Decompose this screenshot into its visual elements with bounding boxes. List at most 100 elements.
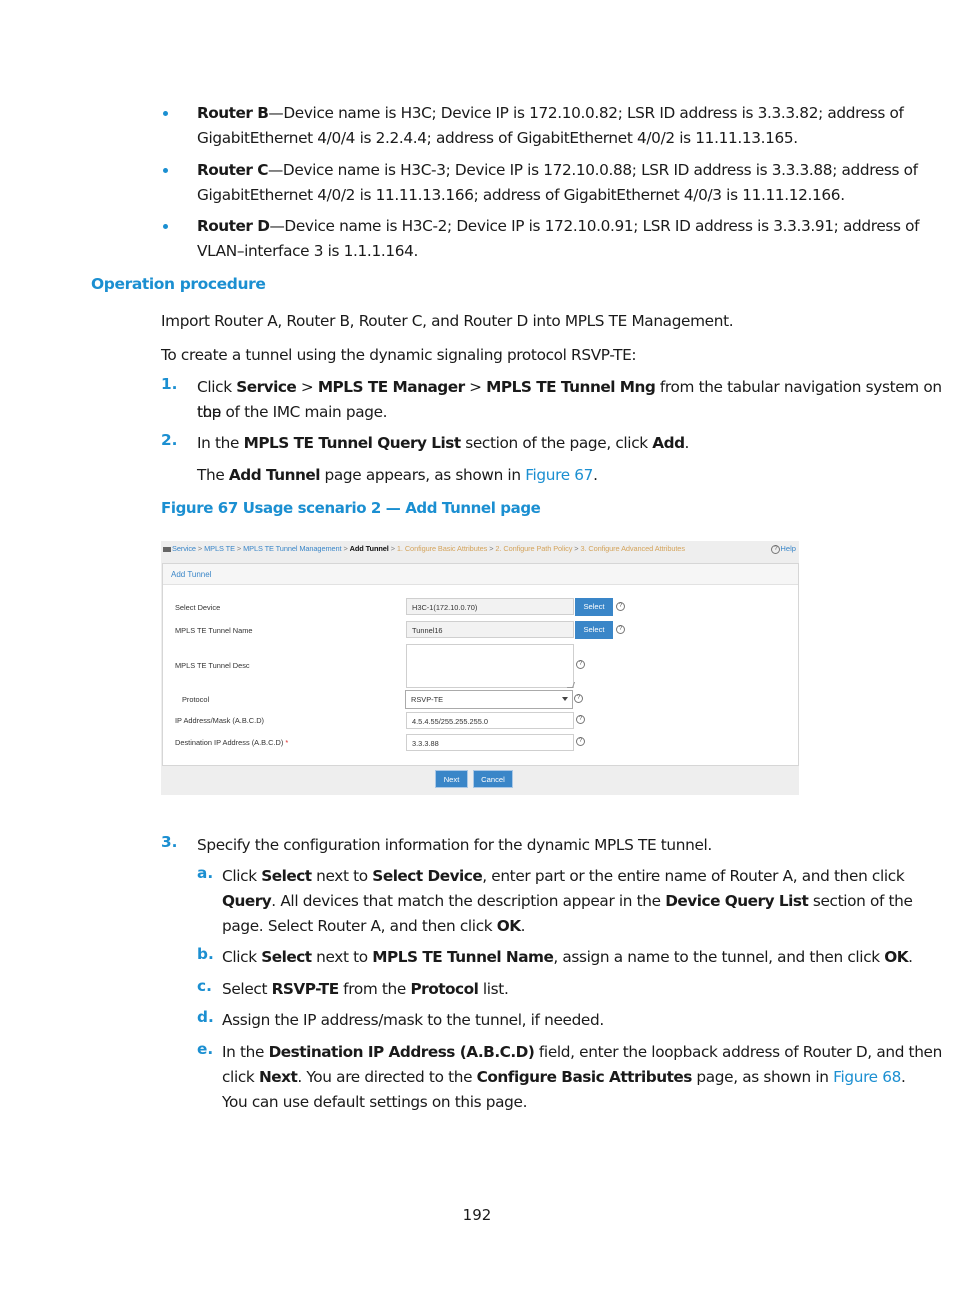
ok-label: OK <box>496 917 521 935</box>
help-icon[interactable]: ? <box>574 694 583 703</box>
figure-68-link[interactable]: Figure 68 <box>833 1068 901 1086</box>
ok-label: OK <box>884 948 909 966</box>
step-1-line2: top of the IMC main page. <box>197 403 388 421</box>
text: page. Select Router A, and then click <box>222 917 497 935</box>
breadcrumb-mpls-te[interactable]: MPLS TE <box>204 544 235 553</box>
panel-title: Add Tunnel <box>171 570 212 579</box>
intro-paragraph-2: To create a tunnel using the dynamic sig… <box>161 346 637 364</box>
dest-ip-label: Destination IP Address (A.B.C.D) <box>268 1043 535 1061</box>
add-tunnel-panel: Add Tunnel Select Device H3C-1(172.10.0.… <box>162 563 799 766</box>
router-c-label: Router C <box>197 161 268 179</box>
breadcrumb: Service > MPLS TE > MPLS TE Tunnel Manag… <box>163 544 685 553</box>
substep-e-line3: You can use default settings on this pag… <box>222 1093 528 1111</box>
select-device-label: Select Device <box>175 603 221 612</box>
add-label: Add <box>652 434 685 452</box>
page-number: 192 <box>462 1206 492 1224</box>
breadcrumb-separator: > <box>343 544 348 553</box>
text: . <box>520 917 526 935</box>
text: . All devices that match the description… <box>271 892 666 910</box>
text: In the <box>197 434 244 452</box>
bullet-icon <box>163 224 168 229</box>
bullet-router-d-line2: VLAN–interface 3 is 1.1.1.164. <box>197 242 419 260</box>
step-3-text: Specify the configuration information fo… <box>197 836 712 854</box>
text: list. <box>478 980 509 998</box>
bullet-text: —Device name is H3C-2; Device IP is 172.… <box>269 217 920 235</box>
section-heading: Operation procedure <box>91 275 266 293</box>
ip-mask-label: IP Address/Mask (A.B.C.D) <box>175 716 264 725</box>
ip-mask-field[interactable]: 4.5.4.55/255.255.255.0 <box>406 712 574 729</box>
protocol-label: Protocol <box>410 980 479 998</box>
select-label: Select <box>261 948 312 966</box>
menu-service: Service <box>236 378 297 396</box>
tunnel-name-label: MPLS TE Tunnel Name <box>372 948 554 966</box>
next-button[interactable]: Next <box>435 770 468 788</box>
menu-mpls-te-manager: MPLS TE Manager <box>317 378 465 396</box>
text: . <box>684 434 690 452</box>
help-icon[interactable]: ? <box>616 602 625 611</box>
protocol-label: Protocol <box>182 695 210 704</box>
breadcrumb-separator: > <box>236 544 242 553</box>
bullet-router-b-line1: Router B—Device name is H3C; Device IP i… <box>197 101 904 126</box>
breadcrumb-separator: > <box>197 544 203 553</box>
text: . <box>908 948 913 966</box>
service-tools-icon <box>163 546 171 552</box>
text: . <box>901 1068 906 1086</box>
substep-c-letter: c. <box>197 977 212 995</box>
help-label: Help <box>780 544 796 553</box>
select-device-field[interactable]: H3C-1(172.10.0.70) <box>406 598 574 615</box>
substep-e-line1: In the Destination IP Address (A.B.C.D) … <box>222 1040 942 1065</box>
breadcrumb-service[interactable]: Service <box>172 544 196 553</box>
text: from the <box>338 980 411 998</box>
help-icon[interactable]: ? <box>576 715 585 724</box>
step-advanced-attributes: 3. Configure Advanced Attributes <box>580 544 685 553</box>
tunnel-desc-label: MPLS TE Tunnel Desc <box>175 661 250 670</box>
text: . You are directed to the <box>297 1068 477 1086</box>
bullet-router-c-line2: GigabitEthernet 4/0/2 is 11.11.13.166; a… <box>197 186 845 204</box>
bullet-text: —Device name is H3C-3; Device IP is 172.… <box>267 161 918 179</box>
text: click <box>222 1068 259 1086</box>
substep-a-line1: Click Select next to Select Device, ente… <box>222 864 905 889</box>
select-label: Select <box>261 867 312 885</box>
tunnel-name-field[interactable]: Tunnel16 <box>406 621 574 638</box>
help-link[interactable]: ? Help <box>771 544 796 554</box>
step-basic-attributes: 1. Configure Basic Attributes <box>396 544 488 553</box>
breadcrumb-current: Add Tunnel <box>349 544 389 553</box>
tunnel-desc-textarea[interactable] <box>406 644 574 688</box>
dest-ip-label-text: Destination IP Address (A.B.C.D) <box>175 738 284 747</box>
chevron-down-icon <box>562 697 568 701</box>
substep-e-line2: click Next. You are directed to the Conf… <box>222 1065 906 1090</box>
step-2-line1: In the MPLS TE Tunnel Query List section… <box>197 431 689 456</box>
figure-caption: Figure 67 Usage scenario 2 — Add Tunnel … <box>161 499 541 517</box>
select-device-button[interactable]: Select <box>575 598 613 616</box>
text: field, enter the loopback address of Rou… <box>534 1043 942 1061</box>
text: next to <box>311 948 373 966</box>
add-tunnel-label: Add Tunnel <box>228 466 321 484</box>
required-marker: * <box>285 738 289 747</box>
substep-a-letter: a. <box>197 864 214 882</box>
select-tunnel-name-button[interactable]: Select <box>575 621 613 639</box>
bullet-icon <box>163 111 168 116</box>
panel-header: Add Tunnel <box>163 564 798 585</box>
help-icon[interactable]: ? <box>616 625 625 634</box>
substep-a-line2: Query. All devices that match the descri… <box>222 889 913 914</box>
router-d-label: Router D <box>197 217 270 235</box>
router-b-label: Router B <box>197 104 269 122</box>
step-path-policy: 2. Configure Path Policy <box>495 544 573 553</box>
help-icon[interactable]: ? <box>576 660 585 669</box>
query-list-label: MPLS TE Tunnel Query List <box>243 434 462 452</box>
step-2-subline: The Add Tunnel page appears, as shown in… <box>197 463 598 488</box>
breadcrumb-tunnel-management[interactable]: MPLS TE Tunnel Management <box>243 544 342 553</box>
text: The <box>197 466 229 484</box>
text: page, as shown in <box>691 1068 834 1086</box>
rsvp-te-label: RSVP-TE <box>271 980 340 998</box>
dest-ip-label: Destination IP Address (A.B.C.D) * <box>175 738 288 747</box>
help-icon[interactable]: ? <box>576 737 585 746</box>
figure-67-link[interactable]: Figure 67 <box>525 466 593 484</box>
tunnel-name-label: MPLS TE Tunnel Name <box>175 626 253 635</box>
text: section of the <box>808 892 913 910</box>
bullet-icon <box>163 168 168 173</box>
configure-basic-attributes-label: Configure Basic Attributes <box>476 1068 693 1086</box>
protocol-select[interactable]: RSVP-TE <box>405 690 573 709</box>
dest-ip-field[interactable]: 3.3.3.88 <box>406 734 574 751</box>
cancel-button[interactable]: Cancel <box>473 770 513 788</box>
